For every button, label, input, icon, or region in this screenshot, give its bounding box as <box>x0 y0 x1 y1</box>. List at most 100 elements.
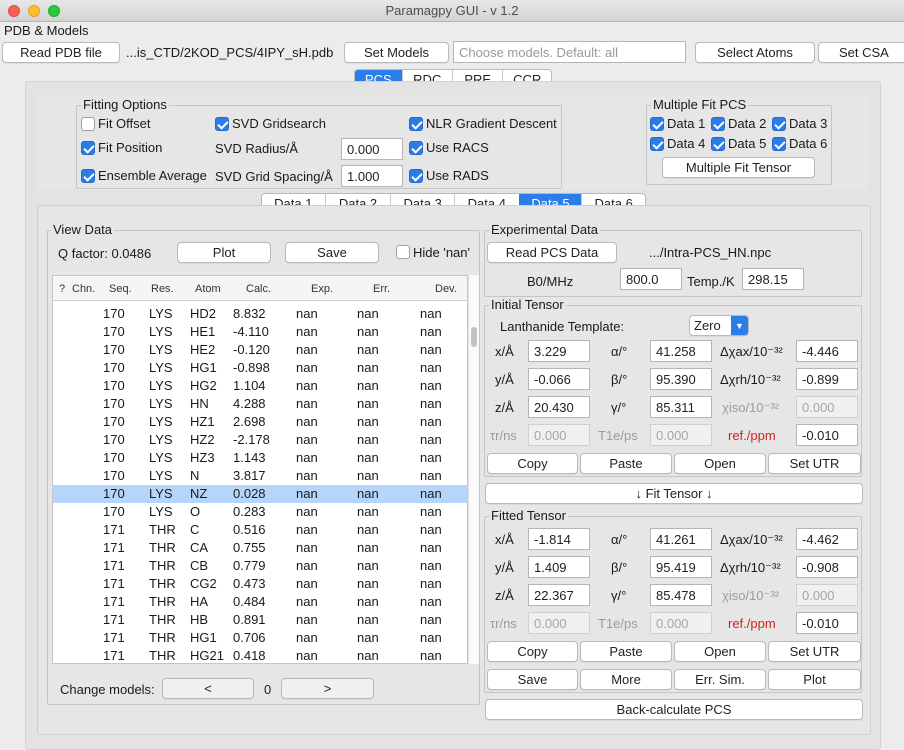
b0-input[interactable]: 800.0 <box>620 268 682 290</box>
next-model-button[interactable]: > <box>281 678 374 699</box>
table-row[interactable]: 170 LYS HN 4.288 nan nan nan <box>53 395 467 413</box>
table-row[interactable]: 171 THR HG1 0.706 nan nan nan <box>53 629 467 647</box>
init-open-button[interactable]: Open <box>674 453 766 474</box>
fit-err-sim-button[interactable]: Err. Sim. <box>674 669 766 690</box>
table-scrollbar-thumb[interactable] <box>471 327 477 347</box>
fit-dax-input[interactable]: -4.462 <box>796 528 858 550</box>
init-drh-input[interactable]: -0.899 <box>796 368 858 390</box>
nlr-checkbox[interactable] <box>409 117 423 131</box>
multi-data2-checkbox[interactable] <box>711 117 725 131</box>
init-y-input[interactable]: -0.066 <box>528 368 590 390</box>
table-row[interactable]: 170 LYS HD2 8.832 nan nan nan <box>53 305 467 323</box>
table-row[interactable]: 170 LYS HZ2 -2.178 nan nan nan <box>53 431 467 449</box>
fit-copy-button[interactable]: Copy <box>487 641 578 662</box>
table-row[interactable]: 171 THR HB 0.891 nan nan nan <box>53 611 467 629</box>
table-row[interactable]: 171 THR HG21 0.418 nan nan nan <box>53 647 467 663</box>
plot-button[interactable]: Plot <box>177 242 271 263</box>
init-dax-input[interactable]: -4.446 <box>796 340 858 362</box>
set-csa-button[interactable]: Set CSA <box>818 42 904 63</box>
fit-z-input[interactable]: 22.367 <box>528 584 590 606</box>
fit-y-input[interactable]: 1.409 <box>528 556 590 578</box>
init-set-utr-button[interactable]: Set UTR <box>768 453 861 474</box>
save-data-button[interactable]: Save <box>285 242 379 263</box>
fit-beta-input[interactable]: 95.419 <box>650 556 712 578</box>
col-exp[interactable]: Exp. <box>311 283 333 295</box>
cell-atom: HE1 <box>190 324 216 339</box>
multi-data5-checkbox[interactable] <box>711 137 725 151</box>
col-seq[interactable]: Seq. <box>109 283 132 295</box>
fit-paste-button[interactable]: Paste <box>580 641 672 662</box>
init-paste-button[interactable]: Paste <box>580 453 672 474</box>
col-err[interactable]: Err. <box>373 283 390 295</box>
table-row[interactable]: 171 THR CG2 0.473 nan nan nan <box>53 575 467 593</box>
table-row[interactable]: 170 LYS O 0.283 nan nan nan <box>53 503 467 521</box>
temp-input[interactable]: 298.15 <box>742 268 804 290</box>
init-ref-input[interactable]: -0.010 <box>796 424 858 446</box>
fit-set-utr-button[interactable]: Set UTR <box>768 641 861 662</box>
svd-spacing-input[interactable]: 1.000 <box>341 165 403 187</box>
read-pdb-button[interactable]: Read PDB file <box>2 42 120 63</box>
multi-data3-checkbox[interactable] <box>772 117 786 131</box>
lanthanide-template-select[interactable]: Zero ▼ <box>689 315 749 336</box>
fit-gamma-input[interactable]: 85.478 <box>650 584 712 606</box>
fit-save-button[interactable]: Save <box>487 669 578 690</box>
prev-model-button[interactable]: < <box>162 678 254 699</box>
fit-plot-button[interactable]: Plot <box>768 669 861 690</box>
table-row[interactable]: 171 THR HA 0.484 nan nan nan <box>53 593 467 611</box>
init-copy-button[interactable]: Copy <box>487 453 578 474</box>
rads-checkbox[interactable] <box>409 169 423 183</box>
table-row[interactable]: 171 THR C 0.516 nan nan nan <box>53 521 467 539</box>
read-pcs-data-button[interactable]: Read PCS Data <box>487 242 617 263</box>
fit-alpha-input[interactable]: 41.261 <box>650 528 712 550</box>
table-row[interactable]: 170 LYS N 3.817 nan nan nan <box>53 467 467 485</box>
back-calculate-button[interactable]: Back-calculate PCS <box>485 699 863 720</box>
set-models-button[interactable]: Set Models <box>344 42 449 63</box>
table-row[interactable]: 170 LYS HE1 -4.110 nan nan nan <box>53 323 467 341</box>
ensemble-average-checkbox[interactable] <box>81 169 95 183</box>
zoom-window-button[interactable] <box>48 5 60 17</box>
fit-ref-input[interactable]: -0.010 <box>796 612 858 634</box>
cell-calc: 0.028 <box>233 486 266 501</box>
multi-data4-checkbox[interactable] <box>650 137 664 151</box>
init-beta-input[interactable]: 95.390 <box>650 368 712 390</box>
fit-drh-input[interactable]: -0.908 <box>796 556 858 578</box>
fit-more-button[interactable]: More <box>580 669 672 690</box>
init-z-input[interactable]: 20.430 <box>528 396 590 418</box>
multi-data1-checkbox[interactable] <box>650 117 664 131</box>
init-gamma-input[interactable]: 85.311 <box>650 396 712 418</box>
table-row[interactable]: 170 LYS HG1 -0.898 nan nan nan <box>53 359 467 377</box>
fit-offset-checkbox[interactable] <box>81 117 95 131</box>
fit-position-checkbox[interactable] <box>81 141 95 155</box>
multi-data6-checkbox[interactable] <box>772 137 786 151</box>
svd-gridsearch-checkbox[interactable] <box>215 117 229 131</box>
table-row[interactable]: 170 LYS HZ1 2.698 nan nan nan <box>53 413 467 431</box>
fit-open-button[interactable]: Open <box>674 641 766 662</box>
col-calc[interactable]: Calc. <box>246 283 271 295</box>
racs-checkbox[interactable] <box>409 141 423 155</box>
col-chain[interactable]: Chn. <box>72 283 95 295</box>
minimize-window-button[interactable] <box>28 5 40 17</box>
table-row[interactable]: 171 THR CB 0.779 nan nan nan <box>53 557 467 575</box>
select-atoms-button[interactable]: Select Atoms <box>695 42 815 63</box>
table-row[interactable]: 170 LYS HZ3 1.143 nan nan nan <box>53 449 467 467</box>
table-row[interactable]: 170 LYS NZ 0.028 nan nan nan <box>53 485 467 503</box>
close-window-button[interactable] <box>8 5 20 17</box>
cell-res: THR <box>149 612 176 627</box>
table-row[interactable]: 170 LYS HG2 1.104 nan nan nan <box>53 377 467 395</box>
col-res[interactable]: Res. <box>151 283 174 295</box>
init-x-input[interactable]: 3.229 <box>528 340 590 362</box>
col-atom[interactable]: Atom <box>195 283 221 295</box>
fit-x-input[interactable]: -1.814 <box>528 528 590 550</box>
data-table[interactable]: ? Chn. Seq. Res. Atom Calc. Exp. Err. De… <box>52 275 468 664</box>
models-input[interactable]: Choose models. Default: all <box>453 41 686 63</box>
init-alpha-input[interactable]: 41.258 <box>650 340 712 362</box>
fit-tensor-button[interactable]: ↓ Fit Tensor ↓ <box>485 483 863 504</box>
table-row[interactable]: 171 THR CA 0.755 nan nan nan <box>53 539 467 557</box>
multiple-fit-tensor-button[interactable]: Multiple Fit Tensor <box>662 157 815 178</box>
table-row[interactable]: 170 LYS HE2 -0.120 nan nan nan <box>53 341 467 359</box>
col-flag[interactable]: ? <box>59 283 65 295</box>
svd-radius-input[interactable]: 0.000 <box>341 138 403 160</box>
hide-nan-checkbox[interactable] <box>396 245 410 259</box>
table-scrollbar[interactable] <box>468 275 479 664</box>
col-dev[interactable]: Dev. <box>435 283 457 295</box>
